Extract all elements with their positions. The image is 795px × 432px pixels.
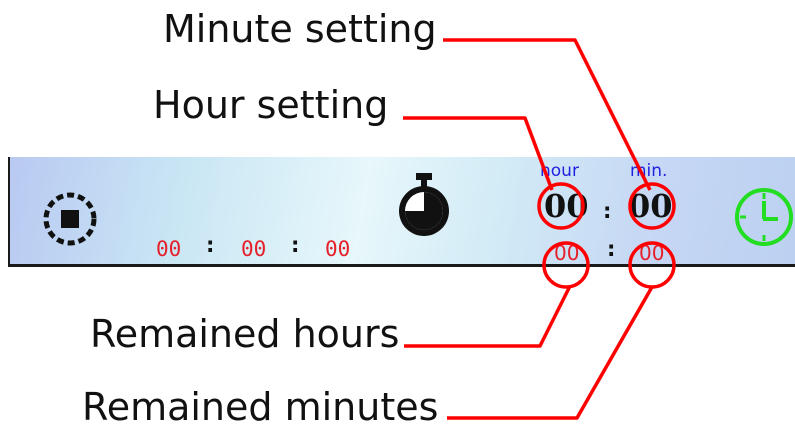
stopwatch-icon (399, 173, 449, 236)
minute-setting-value[interactable]: 00 (628, 187, 673, 225)
remaining-minutes-value: 00 (639, 241, 665, 265)
stopwatch-button[interactable] (392, 171, 456, 239)
elapsed-separator-1: : (206, 233, 215, 257)
remained-minutes-callout-label: Remained minutes (82, 385, 439, 429)
stop-button[interactable] (38, 187, 102, 251)
clock-icon (735, 188, 793, 246)
stop-icon (43, 192, 97, 246)
timer-toolbar: 00 : 00 : 00 hour min. 00 : 00 00 : 00 (8, 157, 795, 267)
hour-unit-label: hour (540, 161, 579, 181)
clock-button[interactable] (730, 185, 794, 249)
elapsed-separator-2: : (291, 233, 300, 257)
remained-hours-leader-line (404, 285, 572, 348)
setting-separator: : (603, 199, 612, 223)
remained-hours-callout-label: Remained hours (90, 312, 400, 356)
minute-setting-callout-label: Minute setting (163, 7, 437, 51)
elapsed-seconds: 00 (325, 237, 351, 261)
hour-setting-callout-label: Hour setting (153, 83, 389, 127)
elapsed-minutes: 00 (241, 237, 267, 261)
remaining-hours-value: 00 (554, 241, 580, 265)
remaining-separator: : (607, 237, 616, 261)
minute-unit-label: min. (630, 161, 668, 181)
elapsed-hours: 00 (156, 237, 182, 261)
hour-setting-value[interactable]: 00 (544, 187, 589, 225)
remained-minutes-leader-line (447, 286, 654, 420)
